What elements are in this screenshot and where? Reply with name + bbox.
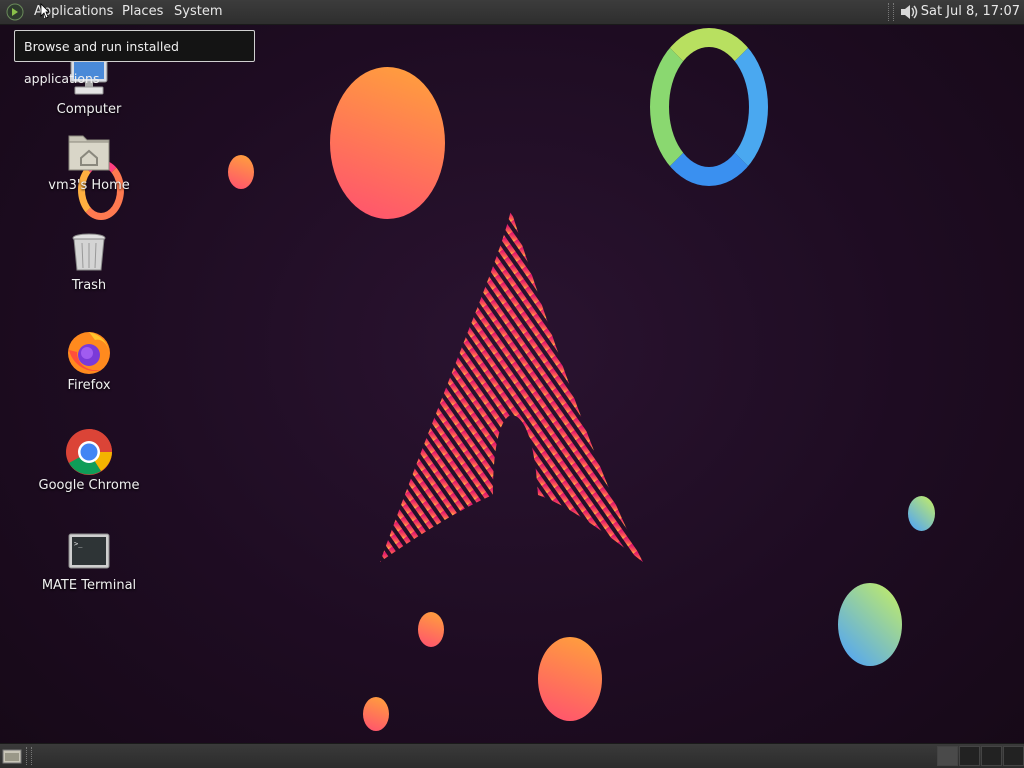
workspace-3[interactable]	[981, 746, 1002, 766]
bottom-panel	[0, 743, 1024, 768]
terminal-icon: >_	[65, 528, 113, 576]
desktop-icon-label: Trash	[71, 278, 107, 293]
places-menu[interactable]: Places	[122, 4, 163, 20]
workspace-2[interactable]	[959, 746, 980, 766]
arch-logo-icon	[380, 210, 643, 562]
desktop-icon-label: Firefox	[67, 378, 111, 393]
desktop-icon-label: vm3's Home	[48, 178, 130, 193]
panel-drag-handle[interactable]	[26, 747, 32, 765]
workspace-4[interactable]	[1003, 746, 1024, 766]
wallpaper-ring	[650, 28, 768, 186]
firefox-icon	[65, 328, 113, 376]
volume-icon[interactable]	[898, 2, 920, 22]
wallpaper-bubble	[363, 697, 389, 731]
mouse-pointer-icon	[40, 3, 50, 19]
wallpaper-bubble	[228, 155, 254, 189]
trash-icon	[65, 228, 113, 276]
desktop-background: Computer vm3's Home Trash Firefox Google…	[0, 0, 1024, 768]
wallpaper-bubble	[330, 67, 445, 219]
wallpaper-bubble	[418, 612, 444, 647]
top-panel: Applications Places System Sat Jul 8, 17…	[0, 0, 1024, 25]
clock[interactable]: Sat Jul 8, 17:07	[921, 4, 1020, 20]
home-folder-icon	[65, 128, 113, 176]
svg-text:>_: >_	[74, 540, 83, 548]
wallpaper-bubble	[838, 583, 902, 666]
tooltip: Browse and run installed applications	[14, 30, 255, 86]
chrome-icon	[65, 428, 113, 476]
wallpaper-bubble	[908, 496, 935, 531]
wallpaper-bubble	[538, 637, 602, 721]
desktop-icon-mate-terminal[interactable]: >_ MATE Terminal	[24, 528, 154, 593]
desktop-icon-label: Google Chrome	[38, 478, 140, 493]
panel-drag-handle[interactable]	[888, 3, 894, 21]
workspace-1[interactable]	[937, 746, 958, 766]
desktop-icon-label: Computer	[56, 102, 122, 117]
desktop-icon-home[interactable]: vm3's Home	[24, 128, 154, 193]
desktop-icon-firefox[interactable]: Firefox	[24, 328, 154, 393]
mate-logo-icon[interactable]	[6, 3, 24, 21]
desktop-icon-google-chrome[interactable]: Google Chrome	[24, 428, 154, 493]
system-menu[interactable]: System	[174, 4, 222, 20]
desktop-icon-trash[interactable]: Trash	[24, 228, 154, 293]
desktop-icon-label: MATE Terminal	[41, 578, 137, 593]
show-desktop-icon[interactable]	[2, 747, 22, 765]
